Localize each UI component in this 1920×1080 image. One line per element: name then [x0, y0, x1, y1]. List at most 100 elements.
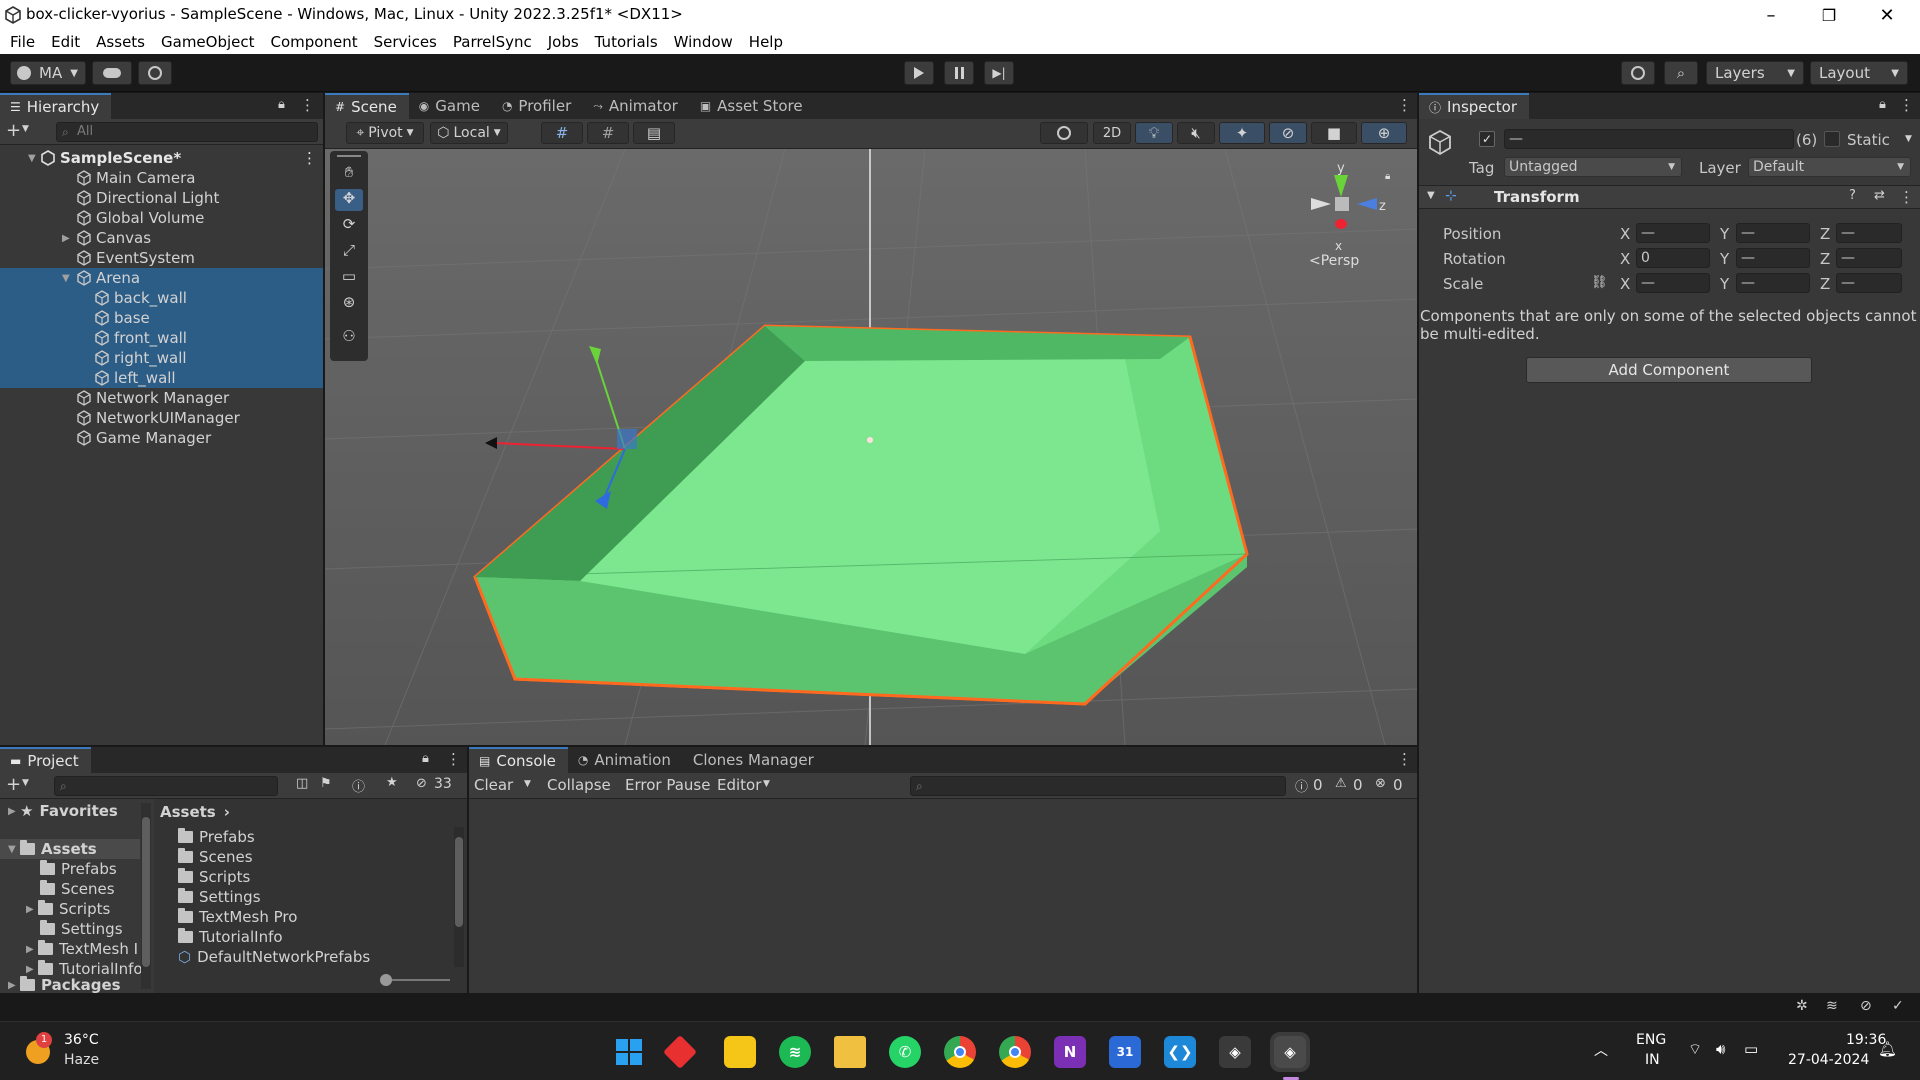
link-icon[interactable]: ⛓: [1591, 275, 1608, 290]
chevron-down-icon[interactable]: ▼: [763, 779, 770, 789]
favorites-row[interactable]: ▶ ★ Favorites: [0, 801, 152, 821]
tab-inspector[interactable]: ⓘ Inspector: [1419, 93, 1529, 119]
assets-row[interactable]: ▼ Assets: [0, 839, 140, 859]
chrome-icon[interactable]: [999, 1036, 1031, 1068]
debug-icon[interactable]: ✲: [1796, 998, 1808, 1014]
scale-z-field[interactable]: —: [1836, 273, 1902, 293]
tree-scrollbar[interactable]: [141, 803, 151, 989]
menu-services[interactable]: Services: [374, 33, 437, 51]
step-button[interactable]: ▶|: [984, 61, 1014, 85]
hierarchy-item[interactable]: Global Volume: [0, 208, 323, 228]
kebab-menu-icon[interactable]: ⋮: [300, 96, 315, 114]
notification-bell-icon[interactable]: 🔔︎: [1878, 1040, 1897, 1058]
rect-tool[interactable]: ▭: [335, 267, 363, 289]
zoom-slider[interactable]: [380, 974, 450, 986]
grid-snap-button[interactable]: #: [541, 122, 583, 144]
transform-header[interactable]: ▼ ⊹ Transform ? ⇄ ⋮: [1419, 185, 1920, 209]
tab-scene[interactable]: # Scene: [325, 93, 409, 119]
tab-hierarchy[interactable]: ☰ Hierarchy: [0, 93, 112, 119]
effects-dropdown[interactable]: ✦: [1219, 122, 1265, 144]
scale-tool[interactable]: ⤢: [335, 241, 363, 263]
kebab-menu-icon[interactable]: ⋮: [1899, 188, 1914, 206]
kebab-menu-icon[interactable]: ⋮: [1397, 750, 1412, 768]
menu-file[interactable]: File: [10, 33, 35, 51]
cloud-button[interactable]: [92, 61, 132, 85]
increment-snap-button[interactable]: ▤: [633, 122, 675, 144]
layers-status-icon[interactable]: ≋: [1826, 998, 1838, 1014]
expand-arrow-icon[interactable]: ▶: [8, 806, 20, 817]
filter-errors-icon[interactable]: ⓘ: [352, 776, 365, 795]
hierarchy-item[interactable]: front_wall: [0, 328, 323, 348]
layer-dropdown[interactable]: Default ▼: [1748, 157, 1911, 177]
chevron-up-icon[interactable]: ︿: [1594, 1040, 1608, 1060]
packages-row[interactable]: ▶ Packages: [0, 975, 152, 993]
project-tree-item[interactable]: Prefabs: [0, 859, 140, 879]
hierarchy-item[interactable]: NetworkUIManager: [0, 408, 323, 428]
breadcrumb[interactable]: Assets ›: [160, 803, 230, 821]
clear-options-dropdown[interactable]: ▼: [524, 779, 531, 789]
camera-dropdown[interactable]: ■: [1311, 122, 1357, 144]
rotation-x-field[interactable]: 0: [1636, 248, 1710, 268]
hierarchy-item[interactable]: Directional Light: [0, 188, 323, 208]
rotation-y-field[interactable]: —: [1736, 248, 1810, 268]
expand-arrow-icon[interactable]: ▼: [1427, 190, 1435, 201]
project-file-item[interactable]: Prefabs: [154, 827, 444, 847]
wifi-icon[interactable]: ⌔: [1688, 1040, 1702, 1059]
scrollbar-thumb[interactable]: [455, 837, 463, 927]
zoom-slider-thumb[interactable]: [380, 974, 392, 986]
expand-arrow-icon[interactable]: ▼: [8, 844, 20, 855]
file-explorer-icon[interactable]: [834, 1036, 866, 1068]
scrollbar-thumb[interactable]: [142, 817, 150, 967]
volume-icon[interactable]: 🔊︎: [1716, 1040, 1725, 1058]
menu-gameobject[interactable]: GameObject: [161, 33, 255, 51]
position-x-field[interactable]: —: [1636, 223, 1710, 243]
expand-arrow-icon[interactable]: ▶: [26, 964, 38, 975]
lock-icon[interactable]: 🔒︎: [422, 751, 429, 766]
gizmos-dropdown[interactable]: ⊕: [1361, 122, 1407, 144]
add-icon[interactable]: +: [6, 774, 21, 795]
chrome-profile-icon[interactable]: [944, 1036, 976, 1068]
move-tool[interactable]: ✥: [335, 189, 363, 211]
files-scrollbar[interactable]: [454, 827, 464, 967]
whatsapp-icon[interactable]: ✆: [889, 1036, 921, 1068]
position-y-field[interactable]: —: [1736, 223, 1810, 243]
object-name-field[interactable]: —: [1504, 129, 1794, 149]
chevron-down-icon[interactable]: ▼: [1905, 134, 1912, 144]
unity-editor-icon[interactable]: ◈: [1270, 1032, 1310, 1072]
lock-icon[interactable]: 🔒︎: [278, 97, 285, 112]
tab-animation[interactable]: ◔ Animation: [568, 747, 683, 773]
lock-icon[interactable]: 🔒︎: [1385, 171, 1390, 182]
tab-animator[interactable]: ⤳ Animator: [583, 93, 690, 119]
tab-game[interactable]: ◉ Game: [409, 93, 492, 119]
hierarchy-item[interactable]: back_wall: [0, 288, 323, 308]
hierarchy-item[interactable]: Main Camera: [0, 168, 323, 188]
project-tree-item[interactable]: ▶ TextMesh I: [0, 939, 140, 959]
kebab-menu-icon[interactable]: ⋮: [1899, 96, 1914, 114]
scale-y-field[interactable]: —: [1736, 273, 1810, 293]
hierarchy-item[interactable]: ▼ Arena: [0, 268, 323, 288]
menu-window[interactable]: Window: [674, 33, 733, 51]
project-file-item[interactable]: Settings: [154, 887, 444, 907]
info-log-icon[interactable]: ⓘ: [1295, 776, 1308, 795]
onenote-icon[interactable]: N: [1054, 1036, 1086, 1068]
project-file-item[interactable]: TextMesh Pro: [154, 907, 444, 927]
layers-dropdown[interactable]: Layers ▼: [1706, 61, 1804, 85]
hidden-packages-icon[interactable]: ⊘: [416, 776, 427, 791]
project-file-item[interactable]: TutorialInfo: [154, 927, 444, 947]
warning-icon[interactable]: ⚠: [1335, 776, 1347, 791]
2d-toggle[interactable]: 2D: [1093, 122, 1131, 144]
scene-visibility-toggle[interactable]: ⊘: [1269, 122, 1307, 144]
restore-button[interactable]: ❐: [1800, 0, 1858, 30]
calendar-icon[interactable]: 31: [1109, 1036, 1141, 1068]
draw-mode-dropdown[interactable]: [1040, 122, 1088, 144]
sticky-notes-icon[interactable]: [724, 1036, 756, 1068]
error-icon[interactable]: ⊗: [1375, 776, 1386, 791]
error-pause-toggle[interactable]: Error Pause: [625, 776, 710, 794]
collapse-toggle[interactable]: Collapse: [547, 776, 611, 794]
pause-button[interactable]: [944, 61, 974, 85]
perspective-label[interactable]: <Persp: [1309, 253, 1359, 269]
project-tree-item[interactable]: ▶ Scripts: [0, 899, 140, 919]
tab-profiler[interactable]: ◔ Profiler: [492, 93, 583, 119]
breadcrumb-assets[interactable]: Assets: [160, 803, 216, 821]
tab-asset-store[interactable]: ▣ Asset Store: [690, 93, 815, 119]
